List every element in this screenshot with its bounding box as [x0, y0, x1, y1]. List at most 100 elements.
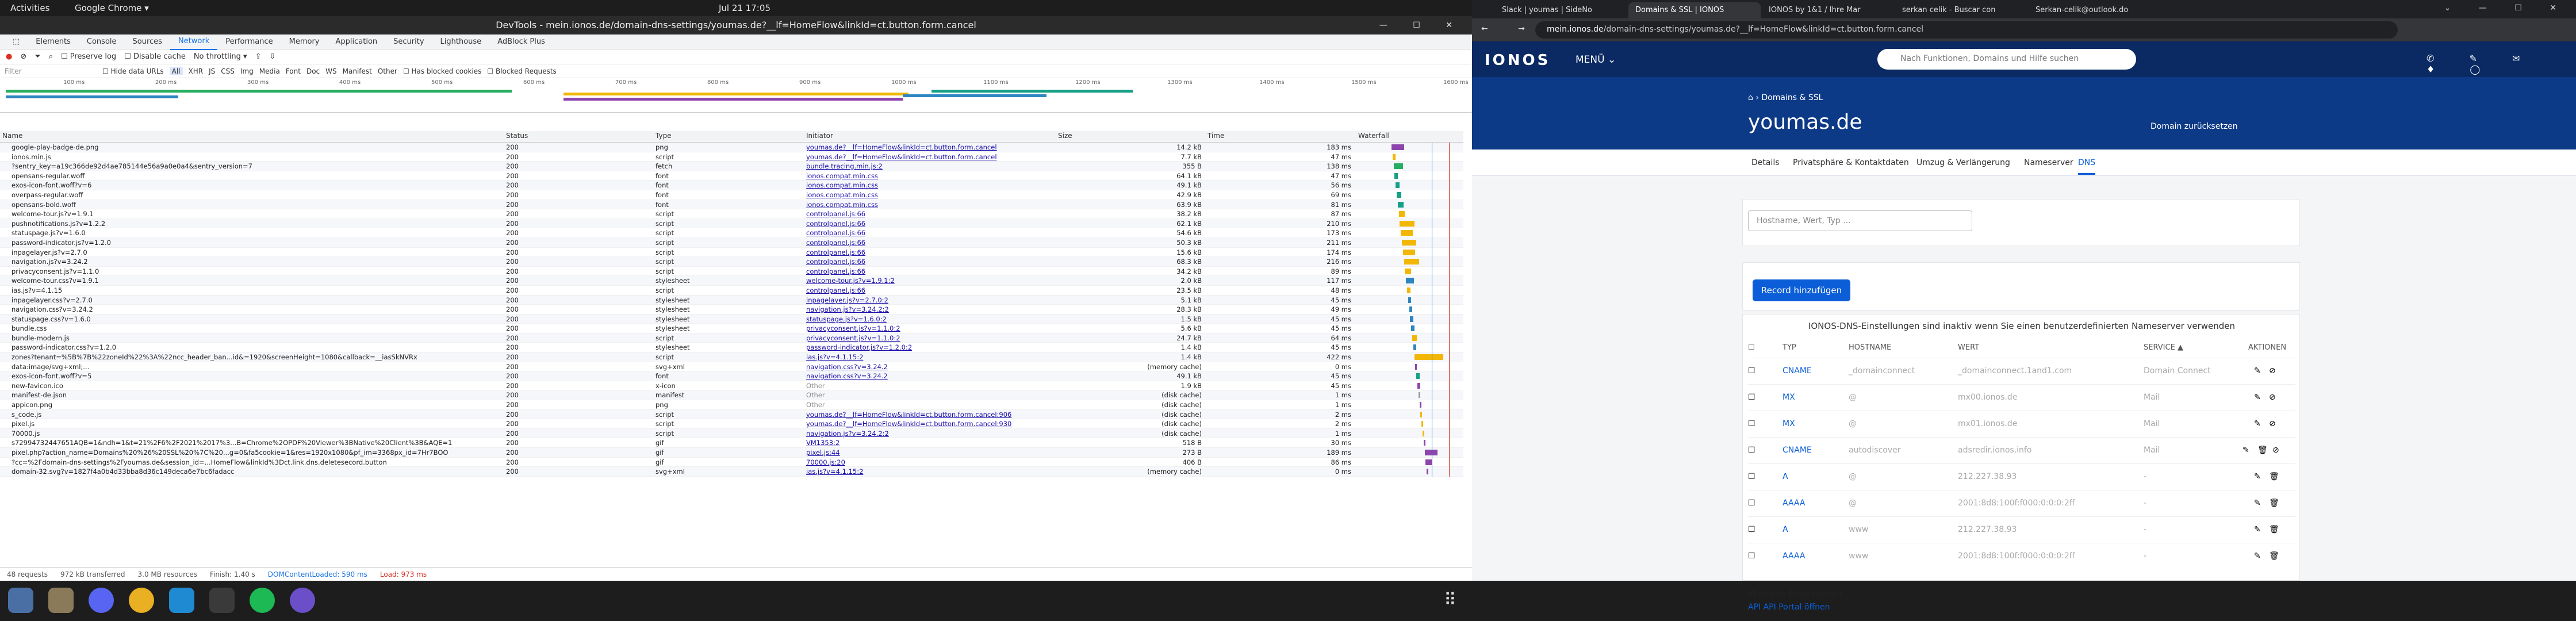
- table-row[interactable]: manifest-de.json 200 manifest Other (disk ca…: [0, 390, 1463, 401]
- upload-icon[interactable]: ⇪: [255, 52, 262, 61]
- table-row[interactable]: domain-32.svg?v=1827f4a0b4d33bba8d36c149…: [0, 467, 1463, 477]
- blocked-cookies-checkbox[interactable]: ☐ Has blocked cookies: [403, 67, 481, 75]
- cell-initiator[interactable]: youmas.de?__lf=HomeFlow&linkId=ct.button…: [806, 153, 1053, 161]
- browser-tab[interactable]: IONOS by 1&1 / Ihre Mar: [1762, 2, 1894, 18]
- header-icons[interactable]: ✆ ✎ ✉ ♦ ◯: [2426, 53, 2576, 75]
- edit-icon[interactable]: ✎: [2254, 472, 2261, 481]
- edit-icon[interactable]: ✎: [2242, 446, 2249, 455]
- type-filter-css[interactable]: CSS: [221, 67, 235, 75]
- cell-initiator[interactable]: password-indicator.js?v=1.2.0:2: [806, 343, 1053, 351]
- network-overview[interactable]: 100 ms 200 ms 300 ms 400 ms 500 ms 600 ms 700 …: [0, 78, 1472, 113]
- col-waterfall[interactable]: Waterfall: [1358, 132, 1389, 140]
- edit-icon[interactable]: ✎: [2254, 551, 2261, 561]
- cell-initiator[interactable]: ionos.compat.min.css: [806, 181, 1053, 189]
- type-filter-manifest[interactable]: Manifest: [343, 67, 372, 75]
- folder-icon[interactable]: [48, 588, 74, 613]
- table-row[interactable]: zones?tenant=%5B%7B%22zoneId%22%3A%22ncc…: [0, 352, 1463, 362]
- type-filter-img[interactable]: Img: [240, 67, 254, 75]
- tab-memory[interactable]: Memory: [281, 34, 328, 49]
- record-type[interactable]: CNAME: [1782, 446, 1812, 455]
- filter-icon[interactable]: ⏷: [34, 52, 40, 61]
- table-row[interactable]: navigation.js?v=3.24.2 200 script controlpa…: [0, 257, 1463, 267]
- dns-record-row[interactable]: ☐ A @212.227.38.93 - ✎ 🗑: [1748, 463, 2295, 490]
- tab-performance[interactable]: Performance: [217, 34, 281, 49]
- dns-record-row[interactable]: ☐ AAAA @2001:8d8:100f:f000:0:0:0:2ff - ✎ 🗑: [1748, 490, 2295, 516]
- type-filter-js[interactable]: JS: [209, 67, 215, 75]
- col-wert[interactable]: WERT: [1958, 343, 1979, 352]
- record-type[interactable]: AAAA: [1782, 551, 1805, 561]
- cell-initiator[interactable]: controlpanel.js:66: [806, 248, 1053, 256]
- record-type[interactable]: A: [1782, 525, 1788, 534]
- disable-icon[interactable]: ⊘: [2269, 419, 2276, 428]
- add-record-button[interactable]: Record hinzufügen: [1753, 279, 1850, 301]
- domain-reset-link[interactable]: Domain zurücksetzen: [2150, 122, 2238, 131]
- table-row[interactable]: bundle-modern.js 200 script privacyconsent.…: [0, 333, 1463, 343]
- delete-icon[interactable]: 🗑: [2269, 499, 2279, 508]
- tab-nameserver[interactable]: Nameserver: [2024, 158, 2073, 167]
- table-row[interactable]: ionos.min.js 200 script youmas.de?__lf=Home…: [0, 152, 1463, 162]
- tab-details[interactable]: Details: [1751, 158, 1780, 167]
- cell-initiator[interactable]: bundle.tracing.min.js:2: [806, 162, 1053, 170]
- cell-initiator[interactable]: privacyconsent.js?v=1.1.0:2: [806, 324, 1053, 332]
- table-row[interactable]: data:image/svg+xml;... 200 svg+xml navigati…: [0, 362, 1463, 372]
- window-controls[interactable]: ⌄ — ☐ ✕: [2444, 3, 2569, 13]
- type-filter-other[interactable]: Other: [378, 67, 397, 75]
- table-row[interactable]: inpagelayer.js?v=2.7.0 200 script controlpa…: [0, 248, 1463, 258]
- browser-tab-active[interactable]: Domains & SSL | IONOS: [1628, 2, 1761, 18]
- tab-sources[interactable]: Sources: [125, 34, 170, 49]
- record-type[interactable]: MX: [1782, 419, 1795, 428]
- breadcrumb[interactable]: ⌂ › Domains & SSL: [1748, 93, 1823, 102]
- ionos-logo[interactable]: IONOS: [1485, 52, 1550, 69]
- delete-icon[interactable]: 🗑: [2269, 525, 2279, 534]
- cell-initiator[interactable]: Other: [806, 401, 1053, 409]
- dns-record-row[interactable]: ☐ Awww 212.227.38.93 - ✎ 🗑: [1748, 516, 2295, 543]
- cell-initiator[interactable]: navigation.js?v=3.24.2:2: [806, 305, 1053, 313]
- tab-lighthouse[interactable]: Lighthouse: [432, 34, 490, 49]
- dns-record-row[interactable]: ☐ MX @ mx00.ionos.de Mail ✎ ⊘: [1748, 384, 2295, 411]
- tab-console[interactable]: Console: [79, 34, 125, 49]
- col-type[interactable]: Type: [656, 132, 799, 140]
- cell-initiator[interactable]: Other: [806, 391, 1053, 399]
- cell-initiator[interactable]: youmas.de?__lf=HomeFlow&linkId=ct.button…: [806, 411, 1053, 419]
- edit-icon[interactable]: ✎: [2254, 393, 2261, 402]
- cell-initiator[interactable]: navigation.css?v=3.24.2: [806, 363, 1053, 371]
- type-filter-all[interactable]: All: [169, 67, 183, 75]
- table-row[interactable]: password-indicator.css?v=1.2.0 200 stylesh…: [0, 343, 1463, 353]
- cell-initiator[interactable]: ionos.compat.min.css: [806, 201, 1053, 209]
- cell-initiator[interactable]: ias.js?v=4.1.15:2: [806, 467, 1053, 476]
- table-row[interactable]: inpagelayer.css?v=2.7.0 200 stylesheet inpa…: [0, 295, 1463, 305]
- row-checkbox[interactable]: ☐: [1748, 446, 1755, 455]
- cell-initiator[interactable]: inpagelayer.js?v=2.7.0:2: [806, 296, 1053, 304]
- disable-icon[interactable]: ⊘: [2269, 393, 2276, 402]
- cell-initiator[interactable]: 70000.js:20: [806, 458, 1053, 466]
- filter-input[interactable]: Filter: [5, 67, 97, 75]
- cell-initiator[interactable]: Other: [806, 382, 1053, 390]
- discord-icon[interactable]: [89, 588, 114, 613]
- type-filter-ws[interactable]: WS: [325, 67, 336, 75]
- throttle-select[interactable]: No throttling ▾: [194, 52, 247, 61]
- table-row[interactable]: welcome-tour.js?v=1.9.1 200 script controlp…: [0, 209, 1463, 219]
- browser-tab[interactable]: serkan celik - Buscar con: [1895, 2, 2027, 18]
- table-row[interactable]: google-play-badge-de.png 200 png youmas.de?…: [0, 143, 1463, 152]
- cell-initiator[interactable]: pixel.js:44: [806, 448, 1053, 457]
- table-row[interactable]: overpass-regular.woff 200 font ionos.compat…: [0, 190, 1463, 200]
- type-filter-media[interactable]: Media: [259, 67, 280, 75]
- table-row[interactable]: privacyconsent.js?v=1.1.0 200 script contro…: [0, 267, 1463, 277]
- activities-button[interactable]: Activities: [10, 3, 49, 13]
- cell-initiator[interactable]: controlpanel.js:66: [806, 229, 1053, 237]
- disable-cache-checkbox[interactable]: ☐ Disable cache: [124, 52, 186, 61]
- blocked-requests-checkbox[interactable]: ☐ Blocked Requests: [487, 67, 556, 75]
- record-type[interactable]: MX: [1782, 393, 1795, 402]
- table-row[interactable]: opensans-regular.woff 200 font ionos.compat…: [0, 171, 1463, 181]
- dns-search-input[interactable]: Hostname, Wert, Typ ...: [1748, 210, 1972, 231]
- table-row[interactable]: opensans-bold.woff 200 font ionos.compat.mi…: [0, 200, 1463, 210]
- delete-icon[interactable]: 🗑: [2269, 472, 2279, 481]
- col-service[interactable]: SERVICE ▲: [2144, 343, 2183, 352]
- cell-initiator[interactable]: VM1353:2: [806, 439, 1053, 447]
- tab-privacy[interactable]: Privatsphäre & Kontaktdaten: [1793, 158, 1909, 167]
- table-row[interactable]: ?sentry_key=a19c366de92d4ae785144e56a9a0…: [0, 162, 1463, 171]
- cell-initiator[interactable]: controlpanel.js:66: [806, 286, 1053, 294]
- tab-elements[interactable]: Elements: [28, 34, 79, 49]
- spotify-icon[interactable]: [250, 588, 275, 613]
- app-grid-icon[interactable]: ⠿: [1438, 588, 1463, 613]
